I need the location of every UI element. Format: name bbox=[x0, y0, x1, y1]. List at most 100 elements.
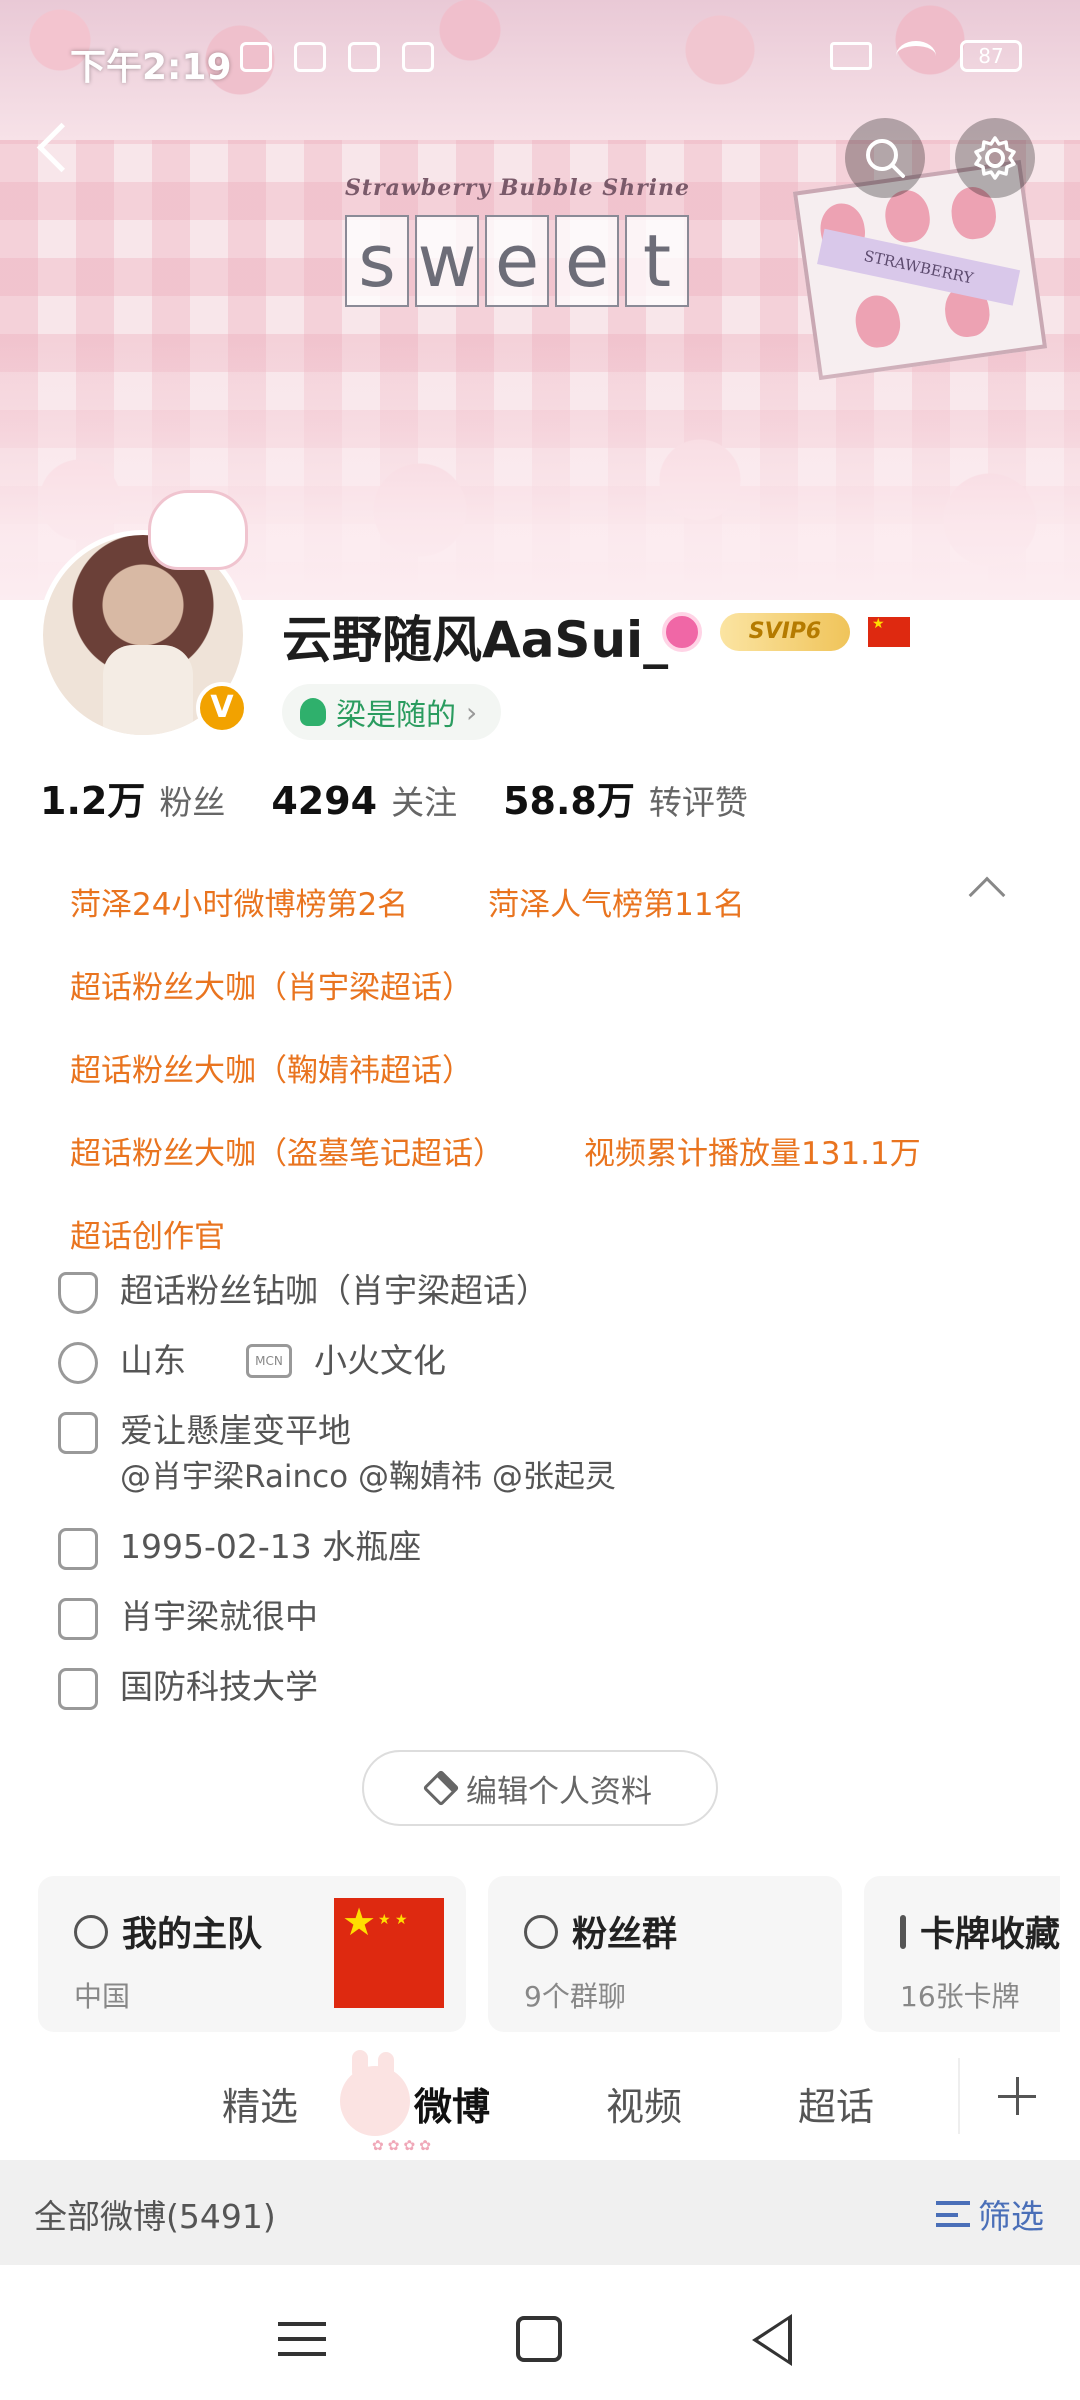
edit-profile-button[interactable]: 编辑个人资料 bbox=[362, 1750, 718, 1826]
tab-weibo[interactable]: 微博 bbox=[414, 2076, 490, 2131]
tab-superchat[interactable]: 超话 bbox=[798, 2076, 874, 2131]
bio-text: 爱让懸崖变平地 bbox=[120, 1411, 351, 1450]
pencil-icon bbox=[422, 1769, 460, 1807]
profile-page: Strawberry Bubble Shrine s w e e t STRAW… bbox=[0, 0, 1080, 2400]
profile-stats: 1.2万 粉丝 4294 关注 58.8万 转评赞 bbox=[40, 770, 748, 825]
super-topic-icon bbox=[300, 698, 326, 726]
info-text: 山东 bbox=[120, 1341, 186, 1380]
status-time: 下午2:19 bbox=[70, 47, 232, 88]
team-icon bbox=[74, 1914, 108, 1949]
stat-label: 转评赞 bbox=[648, 783, 748, 822]
info-text: 1995-02-13 水瓶座 bbox=[120, 1527, 422, 1566]
mcn-name[interactable]: 小火文化 bbox=[314, 1338, 446, 1384]
card-subtitle: 9个群聊 bbox=[524, 1980, 626, 2013]
china-flag-icon bbox=[334, 1898, 444, 2008]
info-school: 国防科技大学 bbox=[58, 1664, 1018, 1710]
honor-row: 超话粉丝大咖（鞠婧祎超话） bbox=[70, 1026, 1020, 1109]
notification-icon bbox=[348, 42, 380, 72]
edit-profile-label: 编辑个人资料 bbox=[466, 1773, 652, 1810]
sim-icon bbox=[830, 42, 872, 70]
stat-value: 4294 bbox=[271, 779, 378, 823]
gear-icon bbox=[974, 136, 1016, 180]
honor-item[interactable]: 超话粉丝大咖（盗墓笔记超话） bbox=[70, 1128, 504, 1173]
engagement-stat[interactable]: 58.8万 转评赞 bbox=[503, 770, 748, 825]
info-text: 肖宇梁就很中 bbox=[120, 1597, 318, 1636]
card-title: 卡牌收藏 bbox=[900, 1906, 1060, 1957]
card-icon bbox=[900, 1914, 906, 1949]
settings-button[interactable] bbox=[955, 118, 1035, 198]
fan-group-card[interactable]: 粉丝群 9个群聊 bbox=[488, 1876, 842, 2032]
svip-badge[interactable]: SVIP6 bbox=[720, 613, 850, 651]
info-text: 超话粉丝钻咖（肖宇梁超话） bbox=[120, 1271, 549, 1310]
verified-badge-icon: V bbox=[196, 682, 248, 734]
affiliation-tag[interactable]: 梁是随的 › bbox=[282, 684, 502, 740]
system-nav-bar bbox=[0, 2270, 1080, 2400]
document-icon bbox=[58, 1412, 98, 1454]
strawberry-icon bbox=[852, 292, 904, 351]
bio-mentions[interactable]: @肖宇梁Rainco @鞠婧祎 @张起灵 bbox=[120, 1454, 616, 1500]
my-team-card[interactable]: 我的主队 中国 bbox=[38, 1876, 466, 2032]
notification-icon bbox=[294, 42, 326, 72]
stat-value: 58.8万 bbox=[503, 779, 635, 823]
battery-icon: 87 bbox=[960, 40, 1022, 72]
following-stat[interactable]: 4294 关注 bbox=[271, 776, 457, 824]
card-title-text: 粉丝群 bbox=[572, 1915, 678, 1955]
honor-item[interactable]: 菏泽人气榜第11名 bbox=[488, 879, 744, 924]
status-bar: 下午2:19 87 bbox=[0, 0, 1080, 120]
building-icon bbox=[58, 1598, 98, 1640]
notification-icon bbox=[240, 42, 272, 72]
filter-label: 筛选 bbox=[978, 2197, 1044, 2236]
search-button[interactable] bbox=[845, 118, 925, 198]
honor-item[interactable]: 菏泽24小时微博榜第2名 bbox=[70, 879, 408, 924]
avatar-container[interactable]: V bbox=[38, 490, 248, 740]
affiliation-label: 梁是随的 bbox=[336, 698, 456, 733]
honor-item[interactable]: 超话创作官 bbox=[70, 1211, 225, 1256]
honor-row: 超话粉丝大咖（肖宇梁超话） bbox=[70, 943, 1020, 1026]
sweet-letter: s bbox=[345, 215, 409, 307]
info-superchat[interactable]: 超话粉丝钻咖（肖宇梁超话） bbox=[58, 1268, 1018, 1314]
filter-button[interactable]: 筛选 bbox=[936, 2190, 1044, 2238]
card-collection-card[interactable]: 卡牌收藏 16张卡牌 bbox=[864, 1876, 1060, 2032]
card-title-text: 我的主队 bbox=[122, 1915, 263, 1955]
content-tabs: 精选 微博 ✿✿✿✿ 视频 超话 bbox=[0, 2040, 1080, 2154]
sweet-letter: e bbox=[485, 215, 549, 307]
home-button[interactable] bbox=[516, 2316, 562, 2362]
tab-video[interactable]: 视频 bbox=[606, 2076, 682, 2131]
add-tab-button[interactable] bbox=[958, 2058, 1068, 2134]
feature-cards: 我的主队 中国 粉丝群 9个群聊 卡牌收藏 16张卡牌 bbox=[38, 1876, 1060, 2032]
honor-item[interactable]: 超话粉丝大咖（鞠婧祎超话） bbox=[70, 1045, 473, 1090]
china-flag-icon[interactable] bbox=[868, 616, 910, 647]
honor-list: 菏泽24小时微博榜第2名 菏泽人气榜第11名 超话粉丝大咖（肖宇梁超话） 超话粉… bbox=[70, 860, 1020, 1275]
honor-row: 超话粉丝大咖（盗墓笔记超话） 视频累计播放量131.1万 bbox=[70, 1109, 1020, 1192]
stat-label: 粉丝 bbox=[159, 783, 226, 822]
member-badge-icon[interactable] bbox=[662, 612, 702, 652]
system-back-button[interactable] bbox=[752, 2314, 792, 2366]
filter-icon bbox=[936, 2201, 970, 2227]
stat-label: 关注 bbox=[391, 783, 458, 822]
graduation-cap-icon bbox=[58, 1668, 98, 1710]
calendar-icon bbox=[58, 1528, 98, 1570]
honor-item[interactable]: 视频累计播放量131.1万 bbox=[584, 1128, 921, 1173]
recent-apps-button[interactable] bbox=[278, 2322, 326, 2356]
back-button[interactable] bbox=[22, 118, 82, 178]
search-icon bbox=[866, 139, 905, 178]
notification-icon bbox=[402, 42, 434, 72]
honor-row: 超话创作官 bbox=[70, 1192, 1020, 1275]
honor-item[interactable]: 超话粉丝大咖（肖宇梁超话） bbox=[70, 962, 473, 1007]
banner-sweet-letters: s w e e t bbox=[345, 215, 689, 307]
sweet-letter: e bbox=[555, 215, 619, 307]
box-tag: STRAWBERRY bbox=[817, 228, 1021, 306]
all-posts-label[interactable]: 全部微博(5491) bbox=[34, 2190, 276, 2238]
tab-featured[interactable]: 精选 bbox=[222, 2076, 298, 2131]
card-title-text: 卡牌收藏 bbox=[920, 1915, 1060, 1955]
group-icon bbox=[524, 1914, 558, 1949]
honor-row: 菏泽24小时微博榜第2名 菏泽人气榜第11名 bbox=[70, 860, 1020, 943]
followers-stat[interactable]: 1.2万 粉丝 bbox=[40, 770, 225, 825]
stat-value: 1.2万 bbox=[40, 779, 146, 823]
card-subtitle: 16张卡牌 bbox=[900, 1980, 1020, 2013]
chevron-up-icon[interactable] bbox=[968, 876, 1006, 914]
ip-location-icon bbox=[58, 1342, 98, 1384]
bunny-icon bbox=[340, 2050, 410, 2136]
notification-icons bbox=[240, 42, 434, 72]
banner-title: Strawberry Bubble Shrine bbox=[345, 175, 691, 201]
